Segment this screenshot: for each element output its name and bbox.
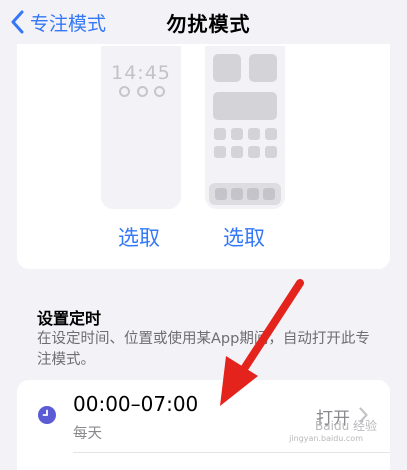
watermark-logo: Baidu 经验: [315, 419, 377, 433]
home-widget: [249, 54, 277, 82]
clock-icon: [38, 406, 56, 424]
app-icon-placeholder: [231, 146, 243, 158]
watermark-url: jingyan.baidu.com: [289, 434, 363, 443]
home-widget-wide: [213, 92, 277, 120]
dock-icon-placeholder: [231, 188, 243, 200]
section-heading: 设置定时: [37, 309, 102, 328]
app-icon-placeholder: [214, 146, 226, 158]
schedule-time-range: 00:00–07:00: [73, 392, 199, 416]
screen-previews-card: [17, 44, 390, 269]
lock-screen-pick-button[interactable]: 选取: [118, 222, 160, 252]
dock-icon-placeholder: [263, 188, 275, 200]
row-separator: [73, 452, 390, 453]
lock-screen-preview[interactable]: 14:45: [101, 46, 181, 209]
section-description: 在设定时间、位置或使用某App期间，自动打开此专注模式。: [37, 331, 370, 368]
app-icon-placeholder: [214, 128, 226, 140]
home-screen-preview[interactable]: [205, 46, 285, 209]
home-dock: [209, 183, 281, 205]
widget-circle: [119, 86, 130, 97]
lock-screen-widgets: [119, 86, 165, 97]
dock-icon-placeholder: [247, 188, 259, 200]
widget-circle: [136, 86, 148, 97]
widget-circle: [154, 86, 165, 97]
page-title: 勿扰模式: [166, 12, 251, 36]
app-icon-placeholder: [231, 128, 243, 140]
home-screen-pick-button[interactable]: 选取: [223, 222, 265, 252]
navigation-bar: 专注模式 勿扰模式: [0, 0, 407, 44]
app-icon-placeholder: [248, 146, 260, 158]
schedule-repeat: 每天: [73, 426, 102, 442]
app-icon-placeholder: [265, 146, 277, 158]
app-icon-placeholder: [265, 128, 277, 140]
app-icon-placeholder: [248, 128, 260, 140]
home-widget: [213, 54, 241, 82]
lock-screen-clock: 14:45: [111, 62, 171, 84]
dock-icon-placeholder: [215, 188, 227, 200]
